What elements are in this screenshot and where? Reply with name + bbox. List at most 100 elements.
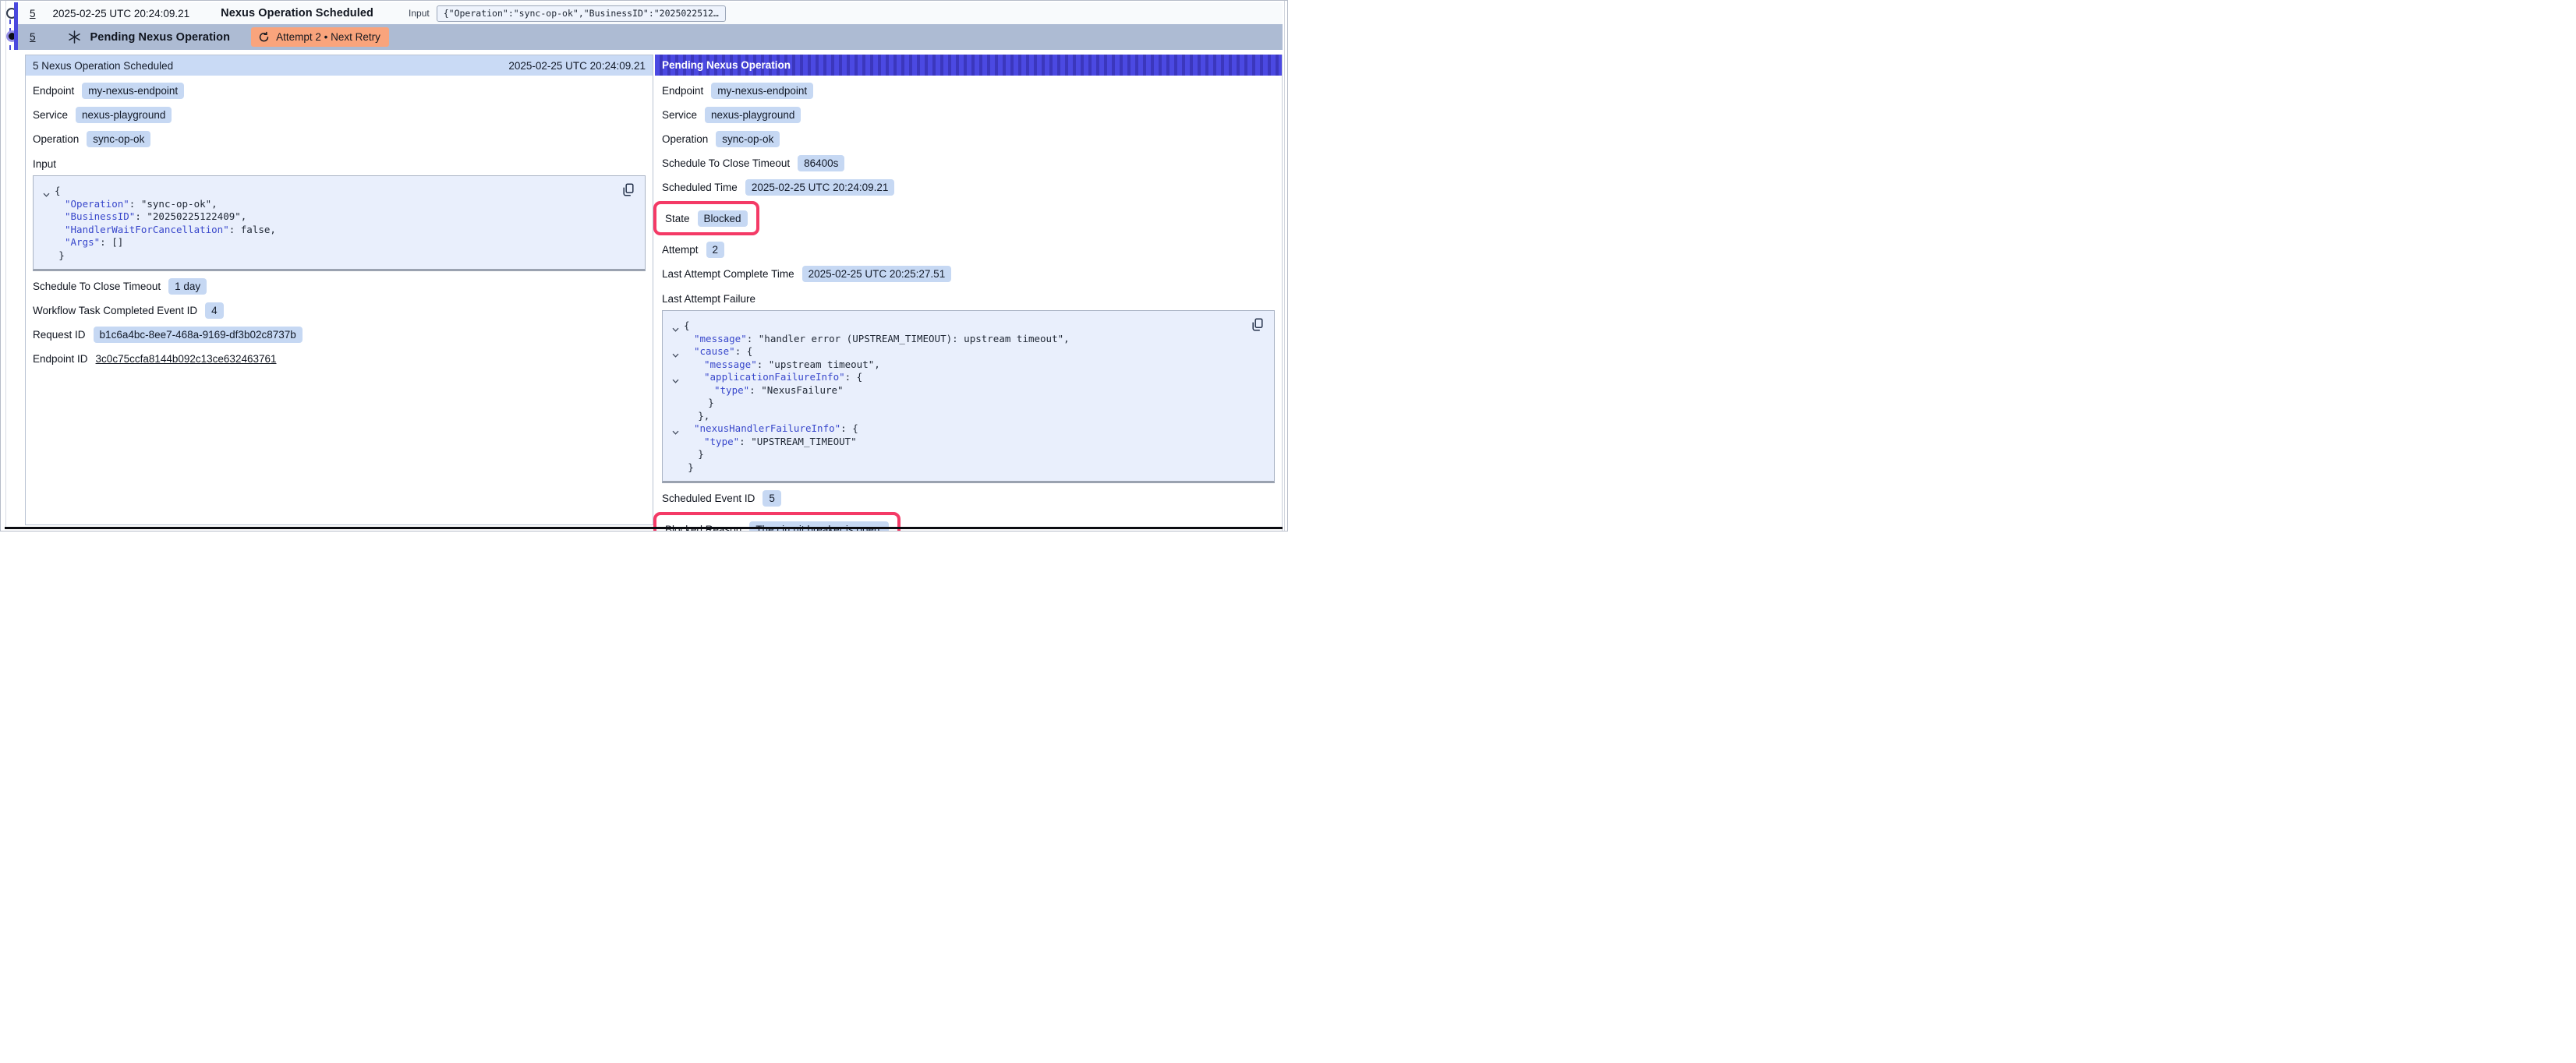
event-detail-fields: Schedule To Close Timeout 1 day Workflow T… xyxy=(33,277,646,367)
pending-operation-header-title: Pending Nexus Operation xyxy=(662,59,791,71)
field-label: State xyxy=(665,213,690,224)
selected-event-indicator-bar xyxy=(14,2,18,50)
input-json-block: { "Operation": "sync-op-ok","BusinessID":… xyxy=(33,175,646,271)
json-text: : "handler error (UPSTREAM_TIMEOUT): ups… xyxy=(747,333,1070,344)
viewport-bottom-divider xyxy=(5,527,1283,529)
json-key: "HandlerWaitForCancellation" xyxy=(65,224,229,235)
pending-event-title: Pending Nexus Operation xyxy=(90,31,231,44)
json-key: "message" xyxy=(694,333,747,344)
field-label: Service xyxy=(662,109,697,121)
field-value-chip: 4 xyxy=(205,302,224,319)
field-value-chip: 86400s xyxy=(798,155,844,171)
event-row-scheduled[interactable]: 5 2025-02-25 UTC 20:24:09.21 Nexus Opera… xyxy=(18,2,1283,24)
json-text: { xyxy=(55,185,61,196)
code-line: "message": "upstream timeout", xyxy=(672,358,1263,372)
failure-json-block: {"message": "handler error (UPSTREAM_TIM… xyxy=(662,310,1275,483)
json-key: "type" xyxy=(704,436,739,447)
code-line: "applicationFailureInfo": { xyxy=(672,371,1263,384)
code-line: } xyxy=(672,397,1263,410)
code-line: "cause": { xyxy=(672,345,1263,358)
field-row-service: Service nexus-playground xyxy=(662,106,801,123)
json-text: : "UPSTREAM_TIMEOUT" xyxy=(739,436,857,447)
json-text: : "20250225122409", xyxy=(135,210,246,222)
field-row-schedule-to-close-timeout: Schedule To Close Timeout 86400s xyxy=(662,154,844,171)
code-line: "type": "NexusFailure" xyxy=(672,384,1263,397)
event-id-link[interactable]: 5 xyxy=(30,31,36,43)
field-value-chip: my-nexus-endpoint xyxy=(82,83,184,99)
field-row-workflow-task-completed-event-id: Workflow Task Completed Event ID4 xyxy=(33,302,224,319)
input-preview-pill: {"Operation":"sync-op-ok","BusinessID":"… xyxy=(437,5,726,22)
json-key: "applicationFailureInfo" xyxy=(704,371,845,383)
pending-asterisk-icon xyxy=(68,30,81,44)
code-line: }, xyxy=(672,410,1263,423)
field-value-link[interactable]: 3c0c75ccfa8144b092c13ce632463761 xyxy=(96,353,277,365)
json-text: } xyxy=(708,397,714,408)
code-line: "nexusHandlerFailureInfo": { xyxy=(672,422,1263,436)
field-label: Operation xyxy=(33,133,79,145)
code-line: "BusinessID": "20250225122409", xyxy=(43,210,634,224)
code-line: } xyxy=(672,448,1263,461)
code-line: { xyxy=(672,320,1263,333)
field-label: Scheduled Time xyxy=(662,182,738,193)
field-value-chip: Blocked xyxy=(698,210,748,227)
field-label: Attempt xyxy=(662,244,699,256)
field-label: Endpoint xyxy=(662,85,703,97)
field-row-schedule-to-close-timeout: Schedule To Close Timeout 1 day xyxy=(33,277,207,295)
json-key: "Args" xyxy=(65,236,100,248)
field-label: Schedule To Close Timeout xyxy=(33,281,161,292)
field-value-chip: 1 day xyxy=(168,278,207,295)
field-label: Operation xyxy=(662,133,708,145)
field-value-chip: 5 xyxy=(763,490,781,507)
json-key: "cause" xyxy=(694,345,735,357)
field-row-attempt: Attempt 2 xyxy=(662,241,724,258)
field-label: Endpoint xyxy=(33,85,74,97)
field-row-operation: Operation sync-op-ok xyxy=(662,130,780,147)
event-detail-header-time: 2025-02-25 UTC 20:24:09.21 xyxy=(508,60,646,72)
field-value-chip: sync-op-ok xyxy=(716,131,780,147)
field-label: Schedule To Close Timeout xyxy=(662,157,790,169)
code-line: } xyxy=(43,249,634,263)
json-key: "type" xyxy=(714,384,749,396)
attempt-retry-badge: Attempt 2 • Next Retry xyxy=(251,27,389,47)
event-timestamp: 2025-02-25 UTC 20:24:09.21 xyxy=(53,8,190,19)
json-text: : "upstream timeout", xyxy=(757,358,880,370)
field-value-chip: nexus-playground xyxy=(705,107,801,123)
field-value-chip: 2 xyxy=(706,242,725,258)
attempt-badge-text: Attempt 2 • Next Retry xyxy=(276,31,380,43)
json-key: "BusinessID" xyxy=(65,210,135,222)
json-key: "message" xyxy=(704,358,757,370)
field-value-chip: 2025-02-25 UTC 20:24:09.21 xyxy=(745,179,895,196)
json-text: : false, xyxy=(229,224,276,235)
event-detail-panel: 5 Nexus Operation Scheduled 2025-02-25 U… xyxy=(25,55,653,525)
event-history-screen: 5 2025-02-25 UTC 20:24:09.21 Nexus Opera… xyxy=(0,0,1288,532)
field-row-service: Service nexus-playground xyxy=(33,106,172,123)
timeline-gutter-line xyxy=(5,1,6,527)
code-line: "type": "UPSTREAM_TIMEOUT" xyxy=(672,436,1263,449)
pending-operation-fields: Scheduled Event ID5Blocked ReasonThe cir… xyxy=(662,489,1275,532)
event-title: Nexus Operation Scheduled xyxy=(221,7,373,19)
code-line: { xyxy=(43,185,634,198)
retry-icon xyxy=(258,31,270,43)
field-value-chip: b1c6a4bc-8ee7-468a-9169-df3b02c8737b xyxy=(94,327,303,343)
field-row-operation: Operation sync-op-ok xyxy=(33,130,150,147)
code-line: "Operation": "sync-op-ok", xyxy=(43,198,634,211)
scrollbar-gutter xyxy=(1284,1,1285,531)
json-text: } xyxy=(698,448,704,460)
json-text: : { xyxy=(735,345,753,357)
event-detail-fields: Endpoint my-nexus-endpoint Service nexus-pl… xyxy=(33,82,646,147)
pending-operation-panel: Pending Nexus Operation Endpoint my-nexus… xyxy=(655,55,1283,532)
json-key: "Operation" xyxy=(65,198,129,210)
json-text: } xyxy=(688,461,694,473)
field-row-endpoint-id: Endpoint ID 3c0c75ccfa8144b092c13ce632463… xyxy=(33,350,277,367)
field-label: Service xyxy=(33,109,68,121)
event-row-pending[interactable]: 5 Pending Nexus Operation Attempt 2 • Ne… xyxy=(18,24,1283,50)
event-id-link[interactable]: 5 xyxy=(30,8,36,19)
code-line: "Args": [] xyxy=(43,236,634,249)
json-text: : "sync-op-ok", xyxy=(129,198,218,210)
field-row-scheduled-time: Scheduled Time 2025-02-25 UTC 20:24:09.21 xyxy=(662,178,894,196)
json-key: "nexusHandlerFailureInfo" xyxy=(694,422,840,434)
field-value-chip: sync-op-ok xyxy=(87,131,150,147)
field-value-chip: nexus-playground xyxy=(76,107,172,123)
field-value-chip: my-nexus-endpoint xyxy=(711,83,813,99)
field-label: Endpoint ID xyxy=(33,353,88,365)
